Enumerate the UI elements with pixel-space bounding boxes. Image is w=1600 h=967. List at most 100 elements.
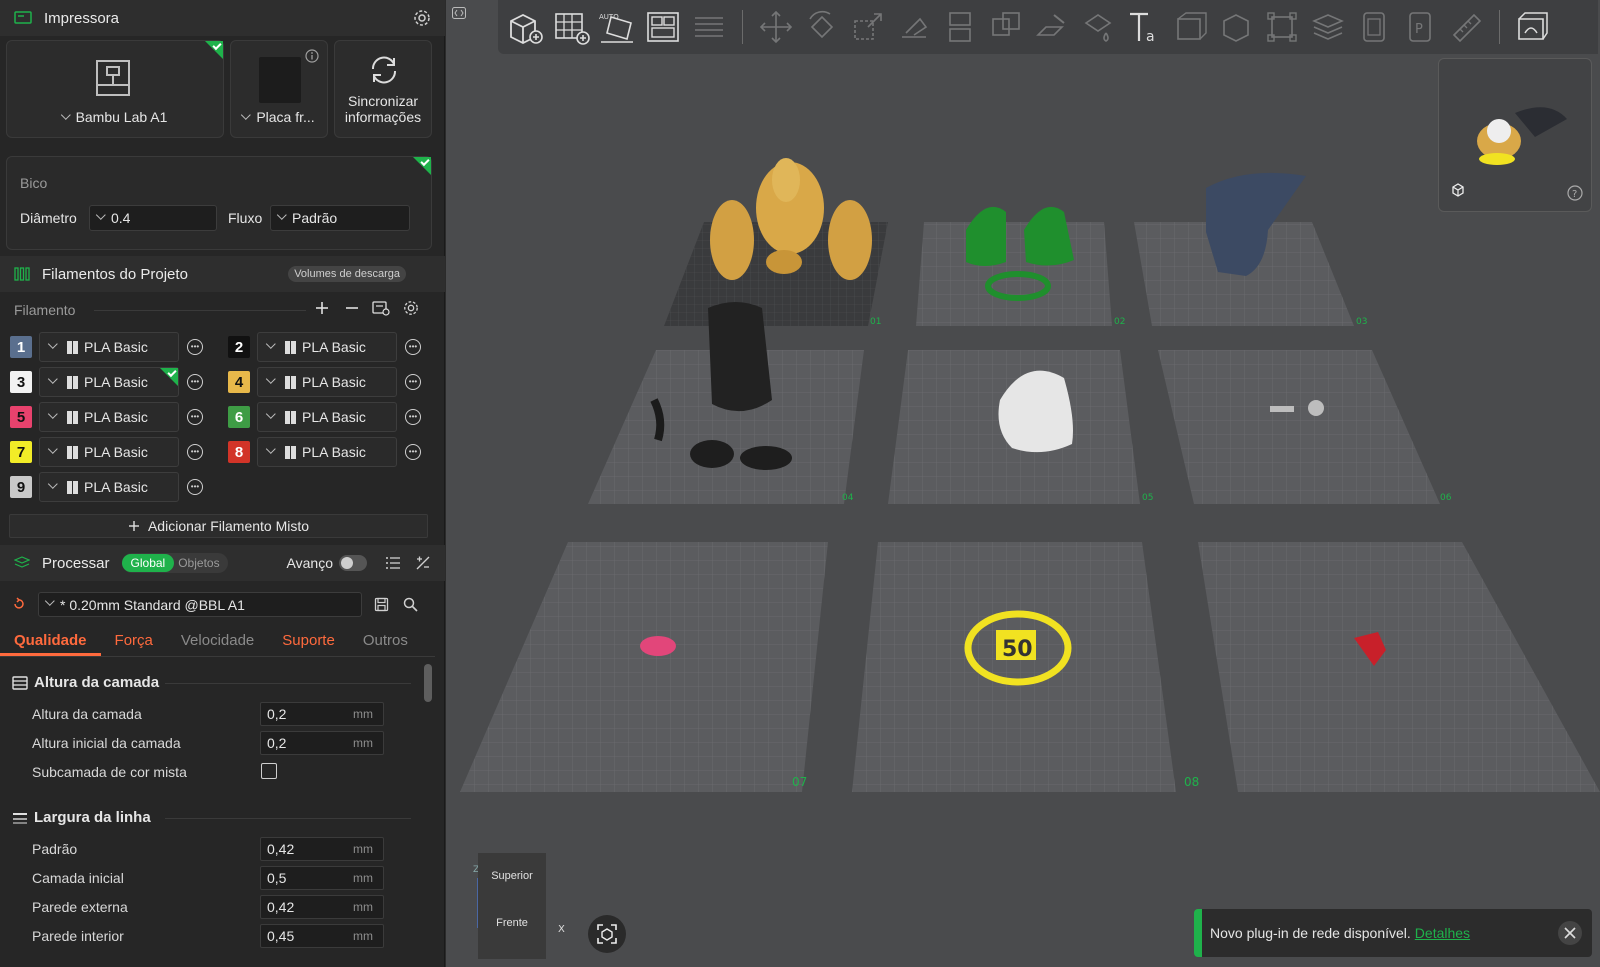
filament-type-select[interactable]: PLA Basic xyxy=(39,367,179,397)
save-preset-icon[interactable] xyxy=(374,597,389,612)
purge-volumes-button[interactable]: Volumes de descarga xyxy=(288,266,406,282)
ams-sync-icon[interactable] xyxy=(372,300,390,316)
remove-filament-icon[interactable] xyxy=(344,300,360,316)
help-icon[interactable]: ? xyxy=(1567,185,1583,201)
compare-presets-icon[interactable] xyxy=(415,555,431,571)
build-plate-7[interactable] xyxy=(460,542,828,792)
filament-row: 6 PLA Basic ••• xyxy=(228,402,433,432)
process-preset-select[interactable]: * 0.20mm Standard @BBL A1 xyxy=(38,592,362,617)
plate-type-card[interactable]: Placa fr... xyxy=(230,40,328,138)
filament-color-swatch[interactable]: 2 xyxy=(228,336,250,358)
layer-height-input[interactable]: 0,2 mm xyxy=(260,702,384,726)
info-icon[interactable] xyxy=(305,49,319,63)
notification-details-link[interactable]: Detalhes xyxy=(1415,925,1470,941)
chevron-down-icon xyxy=(47,408,58,419)
sync-info-button[interactable]: Sincronizar informações xyxy=(334,40,432,138)
filament-color-swatch[interactable]: 5 xyxy=(10,406,32,428)
diameter-select[interactable]: 0.4 xyxy=(89,205,217,231)
inner-wall-input[interactable]: 0,45 mm xyxy=(260,924,384,948)
filament-color-swatch[interactable]: 7 xyxy=(10,441,32,463)
filament-row: 7 PLA Basic ••• xyxy=(10,437,215,467)
plate-label-1: 01 xyxy=(870,317,881,327)
tab-speed[interactable]: Velocidade xyxy=(167,628,268,656)
search-icon[interactable] xyxy=(403,597,418,612)
filament-color-swatch[interactable]: 8 xyxy=(228,441,250,463)
bambu-logo-icon xyxy=(285,410,296,424)
mixed-sublayer-checkbox[interactable] xyxy=(261,763,277,779)
filament-type-select[interactable]: PLA Basic xyxy=(39,437,179,467)
tab-quality[interactable]: Qualidade xyxy=(0,628,101,656)
filament-more-icon[interactable]: ••• xyxy=(405,339,421,355)
toggle-objects[interactable]: Objetos xyxy=(174,556,227,570)
add-filament-icon[interactable] xyxy=(314,300,330,316)
plate-type-dropdown[interactable]: Placa fr... xyxy=(231,109,327,125)
flow-select[interactable]: Padrão xyxy=(270,205,410,231)
view-cube-icon[interactable] xyxy=(1451,183,1465,197)
sync-icon xyxy=(368,55,400,85)
network-plugin-notification: Novo plug-in de rede disponível. Detalhe… xyxy=(1194,909,1592,957)
filament-more-icon[interactable]: ••• xyxy=(187,479,203,495)
fit-view-button[interactable] xyxy=(588,915,626,953)
filament-row: 1 PLA Basic ••• xyxy=(10,332,215,362)
reset-preset-icon[interactable] xyxy=(12,597,26,611)
plate-label-7: 07 xyxy=(792,775,807,789)
filament-color-swatch[interactable]: 4 xyxy=(228,371,250,393)
model-pink-lips[interactable] xyxy=(640,636,676,656)
bambu-logo-icon xyxy=(67,340,78,354)
filament-type-select[interactable]: PLA Basic xyxy=(39,402,179,432)
close-notification-button[interactable] xyxy=(1558,921,1582,945)
plate-label-4: 04 xyxy=(842,493,854,503)
printer-settings-gear-icon[interactable] xyxy=(413,9,431,27)
navigation-view-cube[interactable]: Superior Frente xyxy=(478,853,546,959)
filament-more-icon[interactable]: ••• xyxy=(405,444,421,460)
filament-color-swatch[interactable]: 6 xyxy=(228,406,250,428)
filament-more-icon[interactable]: ••• xyxy=(405,409,421,425)
3d-viewport[interactable]: AUTO a P 01 02 03 04 05 06 07 08 50 X Z … xyxy=(446,0,1600,967)
outer-wall-input[interactable]: 0,42 mm xyxy=(260,895,384,919)
printer-name-dropdown[interactable]: Bambu Lab A1 xyxy=(7,109,223,125)
filament-type-select[interactable]: PLA Basic xyxy=(257,367,397,397)
printer-selector-card[interactable]: Bambu Lab A1 xyxy=(6,40,224,138)
view-cube-top[interactable]: Superior xyxy=(478,870,546,882)
global-objects-toggle[interactable]: Global Objetos xyxy=(121,553,228,573)
filament-spool-icon xyxy=(14,266,30,282)
filament-type-select[interactable]: PLA Basic xyxy=(39,472,179,502)
advanced-switch[interactable] xyxy=(339,555,367,571)
filament-type-select[interactable]: PLA Basic xyxy=(39,332,179,362)
tab-others[interactable]: Outros xyxy=(349,628,422,656)
tab-support[interactable]: Suporte xyxy=(268,628,349,656)
filament-more-icon[interactable]: ••• xyxy=(405,374,421,390)
tab-strength[interactable]: Força xyxy=(101,628,167,656)
view-cube-front[interactable]: Frente xyxy=(478,917,546,929)
settings-scrollbar[interactable] xyxy=(424,664,432,702)
build-plate-9[interactable] xyxy=(1198,542,1600,792)
filament-type-select[interactable]: PLA Basic xyxy=(257,402,397,432)
plate-label-6: 06 xyxy=(1440,493,1452,503)
build-plates-scene[interactable]: 01 02 03 04 05 06 07 08 50 X Z xyxy=(446,0,1600,967)
chevron-down-icon xyxy=(265,443,276,454)
filament-row: 4 PLA Basic ••• xyxy=(228,367,433,397)
filament-type-select[interactable]: PLA Basic xyxy=(257,437,397,467)
chevron-down-icon xyxy=(241,110,252,120)
filament-more-icon[interactable]: ••• xyxy=(187,374,203,390)
model-gold-bust[interactable] xyxy=(710,158,872,280)
bambu-logo-icon xyxy=(67,480,78,494)
build-plate-8[interactable] xyxy=(852,542,1176,792)
initial-layer-height-input[interactable]: 0,2 mm xyxy=(260,731,384,755)
filament-type-select[interactable]: PLA Basic xyxy=(257,332,397,362)
line-width-default-input[interactable]: 0,42 mm xyxy=(260,837,384,861)
filament-more-icon[interactable]: ••• xyxy=(187,444,203,460)
filament-more-icon[interactable]: ••• xyxy=(187,409,203,425)
filament-more-icon[interactable]: ••• xyxy=(187,339,203,355)
left-sidebar: Impressora Bambu Lab A1 Placa fr... Sinc… xyxy=(0,0,445,967)
list-view-icon[interactable] xyxy=(385,556,401,570)
filament-color-swatch[interactable]: 3 xyxy=(10,371,32,393)
plate-preview-thumbnail[interactable]: ? xyxy=(1438,58,1592,212)
add-mixed-filament-button[interactable]: Adicionar Filamento Misto xyxy=(9,514,428,538)
toggle-global[interactable]: Global xyxy=(121,554,175,572)
filament-color-swatch[interactable]: 9 xyxy=(10,476,32,498)
build-plate-6[interactable] xyxy=(1158,350,1440,504)
filament-color-swatch[interactable]: 1 xyxy=(10,336,32,358)
filament-settings-gear-icon[interactable] xyxy=(403,300,419,316)
line-width-initial-input[interactable]: 0,5 mm xyxy=(260,866,384,890)
